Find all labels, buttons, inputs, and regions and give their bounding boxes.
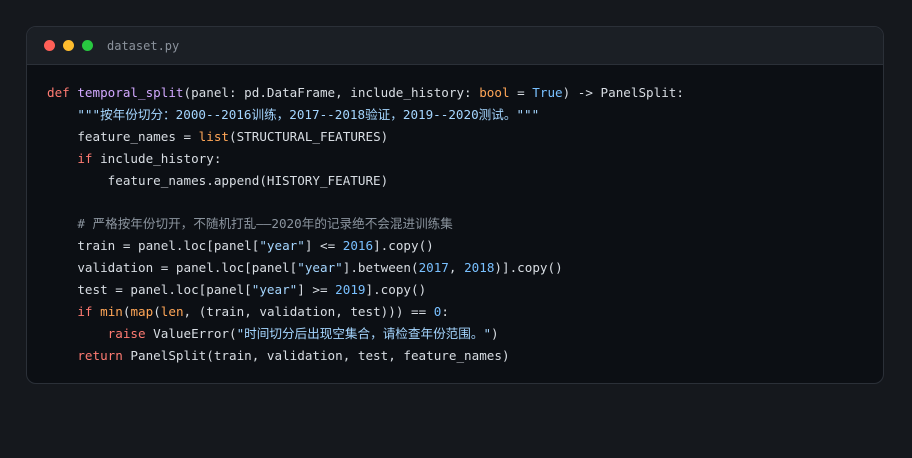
filename-label: dataset.py	[107, 38, 180, 53]
code-line-13: return PanelSplit(train, validation, tes…	[77, 347, 510, 363]
close-window-dot[interactable]	[44, 40, 55, 51]
code-line-11: if min(map(len, (train, validation, test…	[77, 303, 449, 319]
code-line-3: feature_names = list(STRUCTURAL_FEATURES…	[77, 128, 389, 144]
code-line-2: """按年份切分：2000--2016训练，2017--2018验证，2019-…	[77, 106, 540, 122]
code-line-4: if include_history:	[77, 150, 222, 166]
code-line-5: feature_names.append(HISTORY_FEATURE)	[107, 172, 389, 188]
minimize-window-dot[interactable]	[63, 40, 74, 51]
code-line-8: train = panel.loc[panel["year"] <= 2016]…	[77, 238, 434, 254]
code-line-12: raise ValueError("时间切分后出现空集合，请检查年份范围。")	[107, 325, 499, 341]
code-block[interactable]: def temporal_split(panel: pd.DataFrame, …	[47, 82, 684, 367]
code-window: dataset.py def temporal_split(panel: pd.…	[26, 26, 884, 384]
code-line-6-blank	[47, 191, 684, 213]
code-line-9: validation = panel.loc[panel["year"].bet…	[77, 260, 563, 276]
code-line-7: # 严格按年份切开，不随机打乱——2020年的记录绝不会混进训练集	[77, 216, 453, 232]
code-line-1: def temporal_split(panel: pd.DataFrame, …	[47, 85, 684, 100]
window-titlebar: dataset.py	[27, 27, 883, 65]
maximize-window-dot[interactable]	[82, 40, 93, 51]
code-line-10: test = panel.loc[panel["year"] >= 2019].…	[77, 282, 427, 298]
